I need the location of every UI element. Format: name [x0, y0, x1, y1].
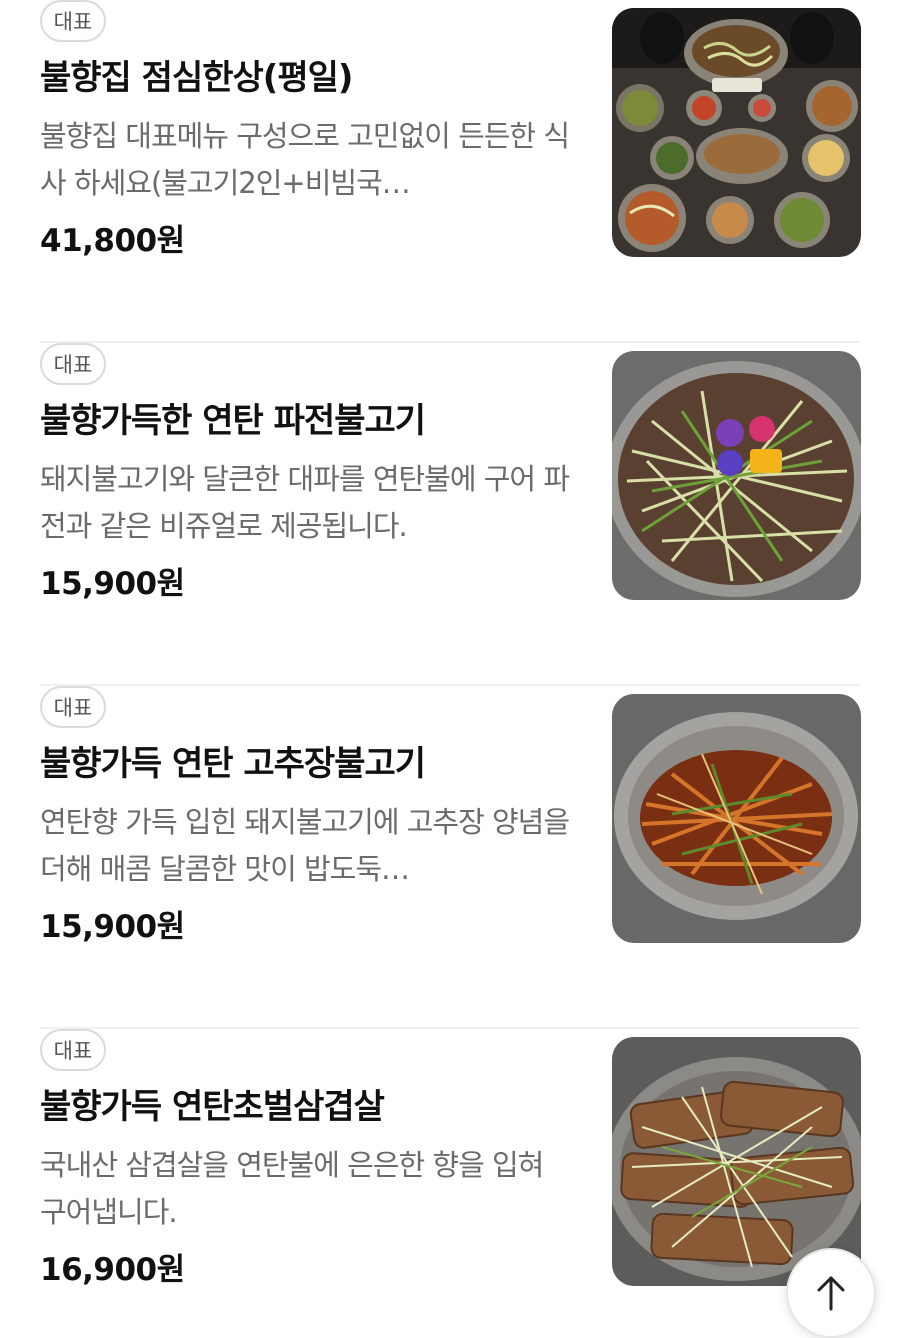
menu-item[interactable]: 대표 불향가득한 연탄 파전불고기 돼지불고기와 달큰한 대파를 연탄불에 구어… — [0, 343, 900, 686]
menu-item-description: 국내산 삼겹살을 연탄불에 은은한 향을 입혀 구어냅니다. — [40, 1148, 544, 1229]
lunch-set-photo — [612, 8, 861, 257]
menu-list: 대표 불향집 점심한상(평일) 불향집 대표메뉴 구성으로 고민없이 든든한 식… — [0, 0, 900, 1338]
green-onion-bulgogi-photo — [612, 351, 861, 600]
menu-item-name: 불향가득 연탄 고추장불고기 — [40, 744, 426, 784]
menu-item-price: 15,900원 — [40, 566, 185, 602]
signature-badge: 대표 — [40, 343, 106, 385]
scroll-to-top-button[interactable] — [786, 1248, 876, 1338]
menu-item[interactable]: 대표 불향집 점심한상(평일) 불향집 대표메뉴 구성으로 고민없이 든든한 식… — [0, 0, 900, 343]
menu-item[interactable]: 대표 불향가득 연탄초벌삼겹살 국내산 삼겹살을 연탄불에 은은한 향을 입혀 … — [0, 1029, 900, 1338]
arrow-up-icon — [811, 1273, 851, 1313]
gochujang-bulgogi-photo — [612, 694, 861, 943]
signature-badge: 대표 — [40, 0, 106, 42]
menu-item-description: 불향집 대표메뉴 구성으로 고민없이 든든한 식사 하세요(불고기2인+비빔국… — [40, 119, 570, 200]
menu-item-description: 연탄향 가득 입힌 돼지불고기에 고추장 양념을 더해 매콤 달콤한 맛이 밥도… — [40, 805, 570, 886]
menu-item-price: 41,800원 — [40, 223, 185, 259]
signature-badge: 대표 — [40, 686, 106, 728]
menu-item-price: 15,900원 — [40, 909, 185, 945]
menu-item[interactable]: 대표 불향가득 연탄 고추장불고기 연탄향 가득 입힌 돼지불고기에 고추장 양… — [0, 686, 900, 1029]
signature-badge: 대표 — [40, 1029, 106, 1071]
menu-item-price: 16,900원 — [40, 1252, 185, 1288]
menu-item-name: 불향가득한 연탄 파전불고기 — [40, 401, 426, 441]
menu-item-name: 불향가득 연탄초벌삼겹살 — [40, 1087, 385, 1127]
menu-item-name: 불향집 점심한상(평일) — [40, 58, 353, 98]
menu-item-description: 돼지불고기와 달큰한 대파를 연탄불에 구어 파전과 같은 비쥬얼로 제공됩니다… — [40, 462, 570, 543]
